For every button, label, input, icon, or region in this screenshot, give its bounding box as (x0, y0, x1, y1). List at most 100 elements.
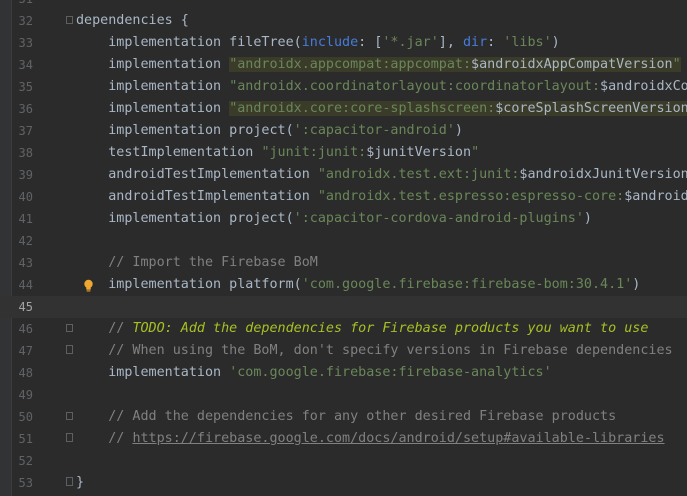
line-number[interactable]: 42 (0, 230, 33, 252)
code-text[interactable]: dependencies { (76, 10, 189, 32)
code-text[interactable]: // Import the Firebase BoM (76, 252, 318, 274)
token-plain: testImplementation (76, 145, 262, 160)
code-text[interactable]: testImplementation "junit:junit:$junitVe… (76, 142, 479, 164)
code-text[interactable]: androidTestImplementation "androidx.test… (76, 186, 687, 208)
code-text[interactable]: implementation project(':capacitor-cordo… (76, 208, 592, 230)
code-text[interactable]: // TODO: Add the dependencies for Fireba… (76, 318, 648, 340)
line-number[interactable]: 33 (0, 32, 33, 54)
fold-end-icon[interactable] (66, 345, 73, 354)
line-number[interactable]: 34 (0, 54, 33, 76)
code-text[interactable]: implementation "androidx.coordinatorlayo… (76, 76, 687, 98)
code-line[interactable]: 51 // https://firebase.google.com/docs/a… (0, 428, 687, 450)
line-number[interactable]: 41 (0, 208, 33, 230)
code-text[interactable]: implementation "androidx.core:core-splas… (76, 98, 687, 120)
token-plain: ) (583, 211, 592, 226)
code-text[interactable]: } (76, 472, 84, 494)
code-line[interactable]: 38 testImplementation "junit:junit:$juni… (0, 142, 687, 164)
line-number[interactable]: 49 (0, 384, 33, 406)
code-line[interactable]: 35 implementation "androidx.coordinatorl… (0, 76, 687, 98)
line-number[interactable]: 50 (0, 406, 33, 428)
code-line[interactable]: 52 (0, 450, 687, 472)
token-str: " (471, 145, 480, 160)
code-text[interactable]: androidTestImplementation "androidx.test… (76, 164, 687, 186)
code-line[interactable]: 47 // When using the BoM, don't specify … (0, 340, 687, 362)
line-number[interactable]: 47 (0, 340, 33, 362)
token-str: "androidx.test.ext:junit: (317, 167, 520, 182)
token-plain: ) (454, 123, 463, 138)
code-line[interactable]: 31 (0, 0, 687, 10)
code-editor[interactable]: 3132 dependencies {33 implementation file… (0, 0, 687, 496)
line-number[interactable]: 36 (0, 98, 33, 120)
token-cmt: // Import the Firebase BoM (76, 255, 318, 270)
line-number[interactable]: 46 (0, 318, 33, 340)
line-number[interactable]: 53 (0, 472, 33, 494)
code-line[interactable]: 37 implementation project(':capacitor-an… (0, 120, 687, 142)
code-text[interactable]: implementation platform('com.google.fire… (76, 274, 640, 296)
token-plain: ], (438, 35, 463, 50)
line-number[interactable]: 40 (0, 186, 33, 208)
line-number[interactable]: 35 (0, 76, 33, 98)
line-number[interactable]: 51 (0, 428, 33, 450)
line-number[interactable]: 52 (0, 450, 33, 472)
code-line[interactable]: 41 implementation project(':capacitor-co… (0, 208, 687, 230)
fold-end-icon[interactable] (66, 477, 73, 486)
token-plain: androidTestImplementation (76, 167, 318, 182)
code-line[interactable]: 42 (0, 230, 687, 252)
token-plain: implementation platform( (76, 277, 302, 292)
token-hlvar: $coreSplashScreenVersion (495, 101, 687, 116)
code-line[interactable]: 32 dependencies { (0, 10, 687, 32)
code-text[interactable]: // When using the BoM, don't specify ver… (76, 340, 672, 362)
fold-end-icon[interactable] (66, 433, 73, 442)
code-text[interactable]: implementation fileTree(include: ['*.jar… (76, 32, 560, 54)
token-plain: implementation project( (76, 211, 294, 226)
code-line[interactable]: 34 implementation "androidx.appcompat:ap… (0, 54, 687, 76)
code-line[interactable]: 33 implementation fileTree(include: ['*.… (0, 32, 687, 54)
token-plain: ) (632, 277, 641, 292)
code-text[interactable]: implementation project(':capacitor-andro… (76, 120, 463, 142)
line-number[interactable]: 31 (0, 0, 33, 10)
code-line[interactable]: 45 (0, 296, 687, 318)
fold-start-icon[interactable] (66, 412, 73, 420)
code-text[interactable]: // Add the dependencies for any other de… (76, 406, 616, 428)
fold-start-icon[interactable] (66, 324, 73, 332)
token-var: $androidxEspressoCoreVersion (624, 189, 687, 204)
token-cmt: // Add the dependencies for any other de… (76, 409, 617, 424)
token-str: '*.jar' (382, 35, 439, 50)
line-number[interactable]: 32 (0, 10, 33, 32)
code-line[interactable]: 49 (0, 384, 687, 406)
fold-start-icon[interactable] (66, 16, 73, 24)
token-str: ':capacitor-cordova-android-plugins' (293, 211, 584, 226)
code-line[interactable]: 43 // Import the Firebase BoM (0, 252, 687, 274)
token-var: $junitVersion (366, 145, 472, 160)
token-plain: ) (551, 35, 560, 50)
code-text[interactable]: implementation 'com.google.firebase:fire… (76, 362, 551, 384)
code-line[interactable]: 44 implementation platform('com.google.f… (0, 274, 687, 296)
line-number[interactable]: 45 (0, 296, 33, 318)
token-plain: implementation project( (76, 123, 294, 138)
token-plain: } (76, 475, 85, 490)
token-hlvar: $androidxAppCompatVersion (471, 57, 673, 72)
line-number[interactable]: 37 (0, 120, 33, 142)
token-named: include (301, 35, 359, 50)
token-plain: implementation (76, 57, 230, 72)
token-plain: implementation (76, 365, 230, 380)
line-number[interactable]: 44 (0, 274, 33, 296)
token-plain: implementation (76, 101, 230, 116)
line-number[interactable]: 38 (0, 142, 33, 164)
code-text[interactable]: // https://firebase.google.com/docs/andr… (76, 428, 664, 450)
code-line[interactable]: 36 implementation "androidx.core:core-sp… (0, 98, 687, 120)
token-link[interactable]: https://firebase.google.com/docs/android… (132, 431, 664, 446)
token-cmt: // (76, 321, 133, 336)
line-number[interactable]: 48 (0, 362, 33, 384)
code-line[interactable]: 39 androidTestImplementation "androidx.t… (0, 164, 687, 186)
line-number[interactable]: 43 (0, 252, 33, 274)
token-cmt: // (76, 431, 133, 446)
code-line[interactable]: 50 // Add the dependencies for any other… (0, 406, 687, 428)
code-line[interactable]: 40 androidTestImplementation "androidx.t… (0, 186, 687, 208)
code-line[interactable]: 48 implementation 'com.google.firebase:f… (0, 362, 687, 384)
code-text[interactable]: implementation "androidx.appcompat:appco… (76, 54, 681, 76)
code-line[interactable]: 46 // TODO: Add the dependencies for Fir… (0, 318, 687, 340)
line-number[interactable]: 39 (0, 164, 33, 186)
token-plain: androidTestImplementation (76, 189, 318, 204)
code-line[interactable]: 53} (0, 472, 687, 494)
